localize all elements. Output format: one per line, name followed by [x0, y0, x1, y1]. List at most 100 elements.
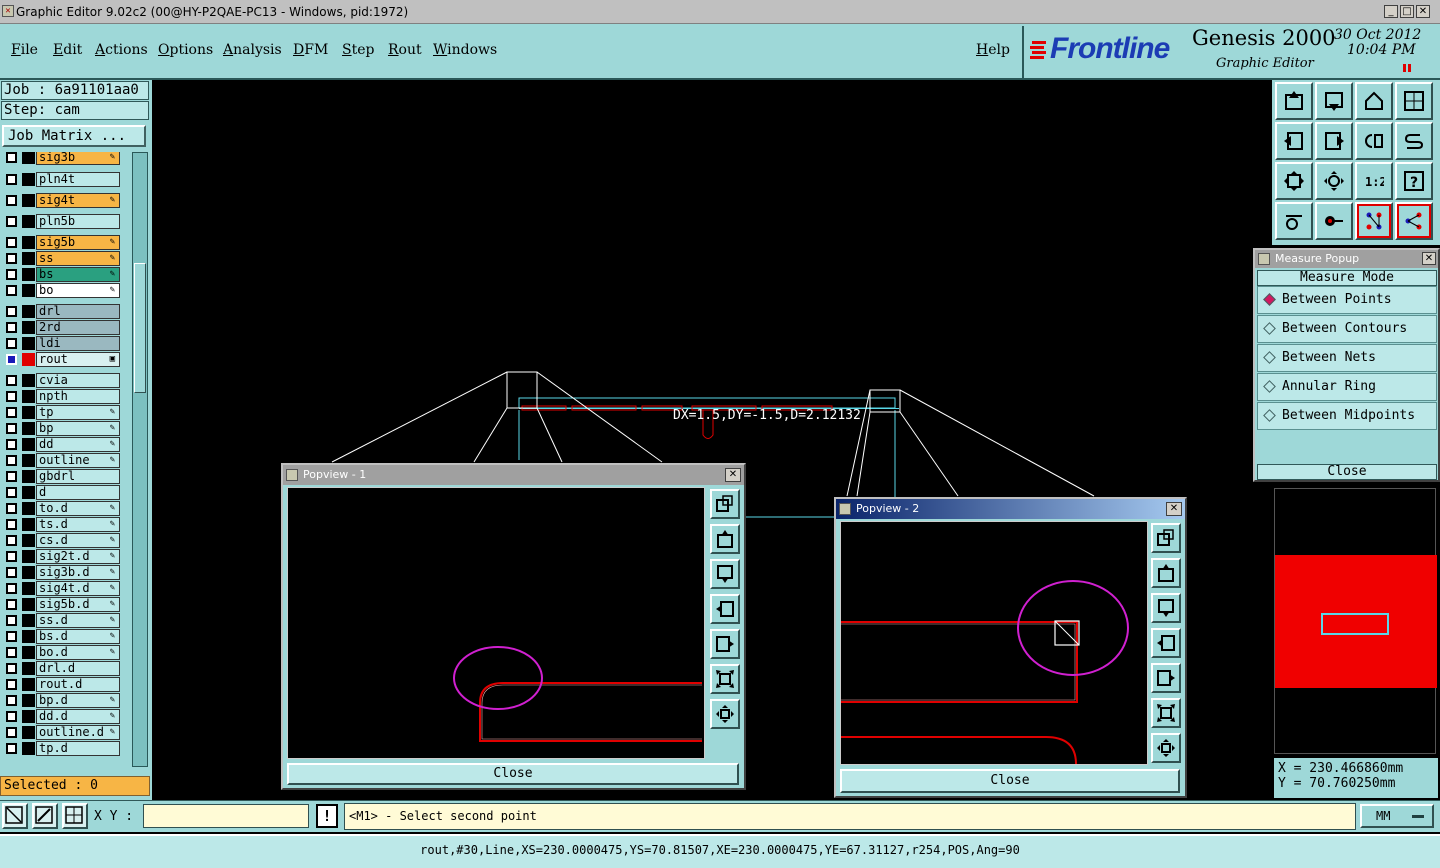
- measure-option-annular-ring[interactable]: Annular Ring: [1257, 373, 1437, 401]
- menu-windows[interactable]: Windows: [433, 42, 497, 58]
- minimize-button[interactable]: _: [1384, 5, 1398, 18]
- layer-checkbox[interactable]: [6, 535, 17, 546]
- layer-name[interactable]: sig3b ✎: [36, 152, 120, 165]
- layer-name[interactable]: sig2t.d ✎: [36, 549, 120, 564]
- layer-row[interactable]: sig3b ✎: [0, 152, 122, 165]
- layer-name[interactable]: ss.d ✎: [36, 613, 120, 628]
- popview-1-zoom-in-button[interactable]: [710, 699, 740, 729]
- layer-row[interactable]: bo ✎: [0, 283, 122, 298]
- layer-row[interactable]: dd.d ✎: [0, 709, 122, 724]
- popview-1-pan-down-button[interactable]: [710, 559, 740, 589]
- popview-2-close-button[interactable]: Close: [840, 769, 1180, 793]
- layer-checkbox[interactable]: [6, 237, 17, 248]
- layer-checkbox[interactable]: [6, 471, 17, 482]
- menu-rout[interactable]: Rout: [388, 42, 422, 58]
- popview-2-pan-up-button[interactable]: [1151, 558, 1181, 588]
- layer-row[interactable]: rout ▣: [0, 352, 122, 367]
- popview-1-close-button[interactable]: Close: [287, 763, 739, 785]
- layer-checkbox[interactable]: [6, 253, 17, 264]
- menu-step[interactable]: Step: [342, 42, 374, 58]
- layer-name[interactable]: ts.d ✎: [36, 517, 120, 532]
- layer-checkbox[interactable]: [6, 216, 17, 227]
- layer-row[interactable]: sig5b.d ✎: [0, 597, 122, 612]
- layer-checkbox[interactable]: [6, 306, 17, 317]
- layer-row[interactable]: drl: [0, 304, 122, 319]
- scrollbar-thumb[interactable]: [134, 263, 146, 393]
- pan-down-button[interactable]: [1315, 82, 1353, 120]
- layer-name[interactable]: dd ✎: [36, 437, 120, 452]
- layer-row[interactable]: outline.d ✎: [0, 725, 122, 740]
- menu-help[interactable]: Help: [976, 42, 1010, 58]
- layer-checkbox[interactable]: [6, 695, 17, 706]
- layer-checkbox[interactable]: [6, 711, 17, 722]
- tools-button[interactable]: [1275, 202, 1313, 240]
- layer-checkbox[interactable]: [6, 338, 17, 349]
- layer-checkbox[interactable]: [6, 407, 17, 418]
- layer-row[interactable]: bp.d ✎: [0, 693, 122, 708]
- layer-checkbox[interactable]: [6, 455, 17, 466]
- layer-checkbox[interactable]: [6, 354, 17, 365]
- layer-checkbox[interactable]: [6, 567, 17, 578]
- layer-row[interactable]: ss.d ✎: [0, 613, 122, 628]
- layer-row[interactable]: tp ✎: [0, 405, 122, 420]
- layer-name[interactable]: bs.d ✎: [36, 629, 120, 644]
- layer-row[interactable]: pln4t: [0, 172, 122, 187]
- job-matrix-button[interactable]: Job Matrix ...: [2, 125, 146, 147]
- layer-checkbox[interactable]: [6, 647, 17, 658]
- layer-name[interactable]: sig5b ✎: [36, 235, 120, 250]
- layer-row[interactable]: sig2t.d ✎: [0, 549, 122, 564]
- popview-1-zoom-button[interactable]: [710, 489, 740, 519]
- layer-row[interactable]: ss ✎: [0, 251, 122, 266]
- layer-row[interactable]: cs.d ✎: [0, 533, 122, 548]
- xy-input[interactable]: [143, 804, 309, 828]
- layer-checkbox[interactable]: [6, 152, 17, 163]
- layer-row[interactable]: sig4t ✎: [0, 193, 122, 208]
- layer-name[interactable]: rout ▣: [36, 352, 120, 367]
- grid-toggle-button[interactable]: [62, 803, 88, 829]
- layer-name[interactable]: pln5b: [36, 214, 120, 229]
- measure-option-between-contours[interactable]: Between Contours: [1257, 315, 1437, 343]
- layer-checkbox[interactable]: [6, 679, 17, 690]
- net-analyzer-button[interactable]: [1355, 202, 1393, 240]
- pan-right-button[interactable]: [1315, 122, 1353, 160]
- layer-checkbox[interactable]: [6, 727, 17, 738]
- layer-name[interactable]: bp ✎: [36, 421, 120, 436]
- layer-name[interactable]: npth: [36, 389, 120, 404]
- layer-name[interactable]: gbdrl: [36, 469, 120, 484]
- layer-checkbox[interactable]: [6, 285, 17, 296]
- close-window-button[interactable]: ✕: [1416, 5, 1430, 18]
- popview-2-pan-left-button[interactable]: [1151, 628, 1181, 658]
- layer-name[interactable]: d: [36, 485, 120, 500]
- layer-checkbox[interactable]: [6, 375, 17, 386]
- layer-name[interactable]: to.d ✎: [36, 501, 120, 516]
- layer-row[interactable]: ts.d ✎: [0, 517, 122, 532]
- layer-name[interactable]: 2rd: [36, 320, 120, 335]
- layer-checkbox[interactable]: [6, 439, 17, 450]
- layer-row[interactable]: outline ✎: [0, 453, 122, 468]
- layer-row[interactable]: 2rd: [0, 320, 122, 335]
- popview-2-zoom-in-button[interactable]: [1151, 733, 1181, 763]
- menu-options[interactable]: Options: [158, 42, 213, 58]
- layer-checkbox[interactable]: [6, 615, 17, 626]
- pause-icon[interactable]: [1403, 64, 1412, 72]
- layer-name[interactable]: drl: [36, 304, 120, 319]
- popview-2-zoom-button[interactable]: [1151, 523, 1181, 553]
- layer-row[interactable]: drl.d: [0, 661, 122, 676]
- layer-name[interactable]: outline.d ✎: [36, 725, 120, 740]
- zoom-in-button[interactable]: [1315, 162, 1353, 200]
- layer-name[interactable]: tp ✎: [36, 405, 120, 420]
- measure-option-between-nets[interactable]: Between Nets: [1257, 344, 1437, 372]
- measure-option-between-points[interactable]: Between Points: [1257, 286, 1437, 314]
- menu-file[interactable]: File: [11, 42, 38, 58]
- layer-checkbox[interactable]: [6, 551, 17, 562]
- layer-checkbox[interactable]: [6, 599, 17, 610]
- layer-row[interactable]: d: [0, 485, 122, 500]
- measure-popup-close-icon[interactable]: ✕: [1422, 252, 1436, 265]
- alert-button[interactable]: !: [316, 804, 338, 828]
- popview-2-screen[interactable]: [840, 521, 1148, 765]
- layer-name[interactable]: bs ✎: [36, 267, 120, 282]
- key-button[interactable]: [1315, 202, 1353, 240]
- layer-name[interactable]: bp.d ✎: [36, 693, 120, 708]
- popview-1-pan-up-button[interactable]: [710, 524, 740, 554]
- layer-checkbox[interactable]: [6, 503, 17, 514]
